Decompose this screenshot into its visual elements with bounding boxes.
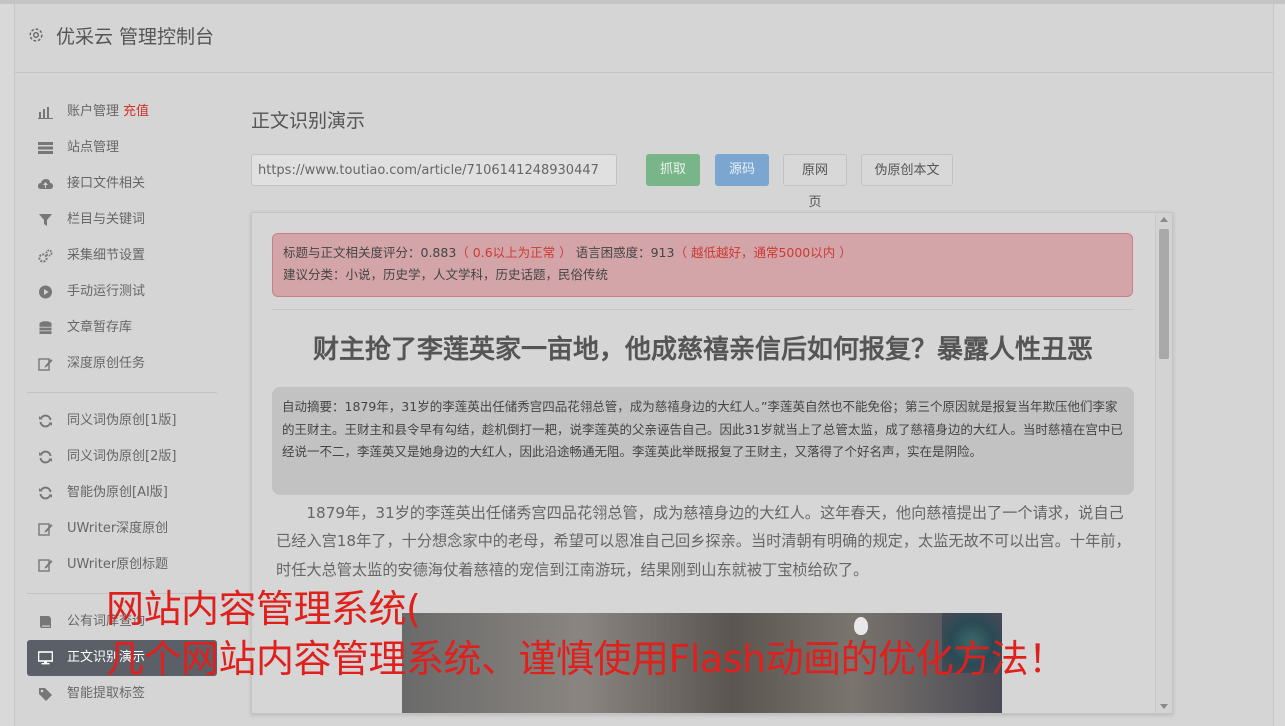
scroll-up-arrow-icon[interactable]: [1160, 217, 1168, 222]
category-suggestion: 建议分类：小说，历史学，人文学科，历史话题，民俗传统: [283, 267, 609, 282]
sidebar-item-label: 深度原创任务: [67, 356, 146, 371]
original-page-button[interactable]: 原网页: [783, 154, 847, 210]
sidebar-item-collect-settings[interactable]: 采集细节设置: [27, 238, 217, 274]
app-title: 优采云 管理控制台: [56, 26, 215, 48]
sidebar-item-label: 同义词伪原创[2版]: [67, 449, 177, 464]
refresh-icon: [39, 486, 52, 500]
cloud-upload-icon: [38, 179, 53, 189]
rewrite-article-button[interactable]: 伪原创本文: [861, 154, 953, 186]
book-icon: [40, 616, 51, 628]
sidebar-item-label: 栏目与关键词: [67, 212, 146, 227]
sidebar-item-label: 采集细节设置: [67, 248, 146, 263]
server-icon: [38, 142, 53, 154]
filter-icon: [39, 214, 52, 226]
sidebar-item-manual-run[interactable]: 手动运行测试: [27, 274, 217, 310]
sidebar-item-label: 智能提取标签: [67, 686, 146, 701]
page-title: 正文识别演示: [251, 110, 366, 132]
panel-scrollbar[interactable]: [1155, 213, 1172, 713]
sidebar-item-account[interactable]: 账户管理 充值: [27, 94, 217, 130]
sidebar-item-columns-keywords[interactable]: 栏目与关键词: [27, 202, 217, 238]
source-button[interactable]: 源码: [715, 154, 769, 186]
sidebar-item-api-files[interactable]: 接口文件相关: [27, 166, 217, 202]
database-icon: [39, 321, 52, 334]
sidebar-item-uwriter-deep[interactable]: UWriter深度原创: [27, 511, 217, 547]
article-title: 财主抢了李莲英家一亩地，他成慈禧亲信后如何报复？暴露人性丑恶: [312, 335, 1093, 365]
edit-icon: [38, 358, 53, 371]
edit-icon: [38, 523, 53, 536]
sidebar-item-label: 文章暂存库: [67, 320, 133, 335]
sidebar-item-uwriter-title[interactable]: UWriter原创标题: [27, 547, 217, 583]
desktop-icon: [38, 651, 53, 665]
panel-divider: [272, 309, 1134, 310]
sidebar-item-sites[interactable]: 站点管理: [27, 130, 217, 166]
nav-divider: [27, 392, 217, 393]
overlay-line-1: 网站内容管理系统(: [106, 587, 421, 631]
sidebar-item-ai-rewrite[interactable]: 智能伪原创[AI版]: [27, 475, 217, 511]
sidebar-item-label: 接口文件相关: [67, 176, 146, 191]
app-header: 优采云 管理控制台: [15, 4, 1273, 73]
perplexity-note: （ 越低越好，通常5000以内 ）: [674, 245, 852, 260]
perplexity-score: 语言困惑度：913: [571, 245, 675, 260]
cogs-icon: [38, 249, 53, 263]
edit-icon: [38, 559, 53, 572]
bar-chart-icon: [38, 107, 53, 119]
sidebar-item-label: 账户管理: [67, 104, 120, 119]
sidebar-item-synonym-v1[interactable]: 同义词伪原创[1版]: [27, 403, 217, 439]
score-alert: 标题与正文相关度评分：0.883（ 0.6以上为正常 ） 语言困惑度：913（ …: [272, 233, 1133, 297]
relevance-score: 标题与正文相关度评分：0.883: [283, 245, 457, 260]
scroll-thumb[interactable]: [1159, 229, 1169, 359]
sidebar-item-label: 同义词伪原创[1版]: [67, 413, 177, 428]
gear-icon[interactable]: [27, 26, 45, 44]
recharge-link[interactable]: 充值: [123, 104, 149, 119]
scroll-down-arrow-icon[interactable]: [1160, 704, 1168, 709]
grab-button[interactable]: 抓取: [646, 154, 700, 186]
url-input[interactable]: [251, 154, 617, 186]
sidebar-item-label: 手动运行测试: [67, 284, 146, 299]
overlay-line-2: 几个网站内容管理系统、谨慎使用Flash动画的优化方法！: [106, 637, 1066, 681]
refresh-icon: [39, 450, 52, 464]
sidebar-item-deep-original[interactable]: 深度原创任务: [27, 346, 217, 382]
sidebar-item-label: 站点管理: [67, 140, 120, 155]
tag-icon: [39, 688, 52, 701]
auto-summary: 自动摘要：1879年，31岁的李莲英出任储秀宫四品花翎总管，成为慈禧身边的大红人…: [272, 387, 1134, 495]
score-line: 标题与正文相关度评分：0.883（ 0.6以上为正常 ） 语言困惑度：913（ …: [283, 242, 1122, 264]
article-body: 1879年，31岁的李莲英出任储秀宫四品花翎总管，成为慈禧身边的大红人。这年春天…: [276, 504, 1131, 579]
sidebar-item-article-store[interactable]: 文章暂存库: [27, 310, 217, 346]
sidebar-item-label: UWriter原创标题: [67, 557, 169, 572]
sidebar-item-synonym-v2[interactable]: 同义词伪原创[2版]: [27, 439, 217, 475]
play-circle-icon: [39, 285, 52, 299]
relevance-note: （ 0.6以上为正常 ）: [456, 245, 572, 260]
watermark-overlay-text: 网站内容管理系统( 几个网站内容管理系统、谨慎使用Flash动画的优化方法！: [106, 584, 1066, 684]
sidebar-item-label: UWriter深度原创: [67, 521, 169, 536]
refresh-icon: [39, 414, 52, 428]
sidebar-item-label: 智能伪原创[AI版]: [67, 485, 168, 500]
